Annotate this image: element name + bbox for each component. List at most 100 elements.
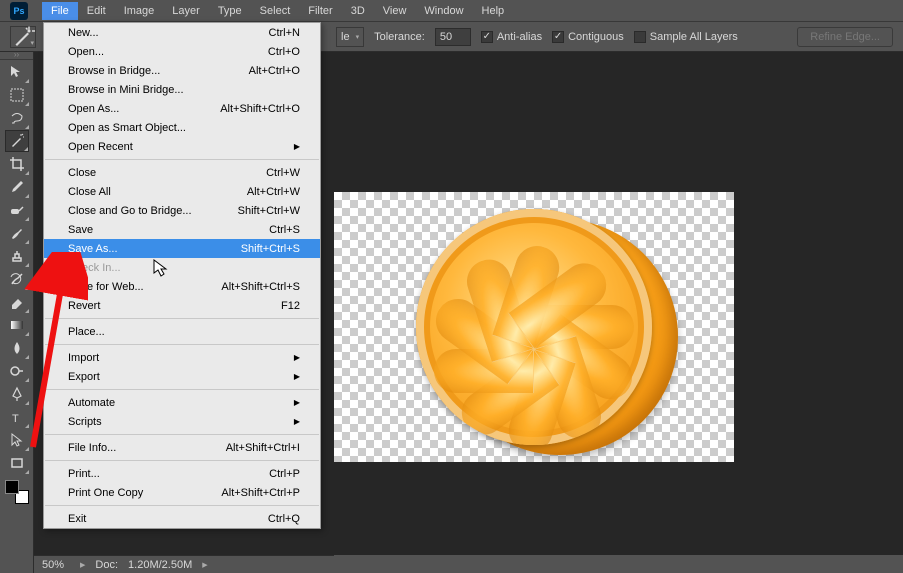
menu-select[interactable]: Select	[251, 2, 300, 20]
menu-item-label: Close All	[68, 186, 111, 198]
menu-item-browse-in-mini-bridge[interactable]: Browse in Mini Bridge...	[44, 80, 320, 99]
svg-text:T: T	[12, 413, 19, 425]
menu-edit[interactable]: Edit	[78, 2, 115, 20]
menu-type[interactable]: Type	[209, 2, 251, 20]
blur-tool[interactable]	[5, 337, 29, 359]
menu-item-save-for-web[interactable]: Save for Web... Alt+Shift+Ctrl+S	[44, 277, 320, 296]
menu-item-shortcut: Shift+Ctrl+S	[241, 243, 300, 255]
menu-separator	[45, 389, 319, 390]
eraser-tool[interactable]	[5, 291, 29, 313]
tolerance-input[interactable]	[435, 28, 471, 46]
menu-item-check-in: Check In...	[44, 258, 320, 277]
menu-filter[interactable]: Filter	[299, 2, 341, 20]
marquee-tool[interactable]	[5, 84, 29, 106]
tolerance-label: Tolerance:	[374, 31, 425, 43]
menu-item-shortcut: Alt+Shift+Ctrl+S	[221, 281, 300, 293]
healing-brush-tool[interactable]	[5, 199, 29, 221]
menu-item-save-as[interactable]: Save As... Shift+Ctrl+S	[44, 239, 320, 258]
magic-wand-tool[interactable]	[5, 130, 29, 152]
menu-item-label: Open as Smart Object...	[68, 122, 186, 134]
menu-item-label: Revert	[68, 300, 100, 312]
menu-item-revert[interactable]: Revert F12	[44, 296, 320, 315]
gradient-tool[interactable]	[5, 314, 29, 336]
menu-item-label: Scripts	[68, 416, 102, 428]
submenu-arrow-icon: ▶	[294, 372, 300, 381]
menu-item-open[interactable]: Open...Ctrl+O	[44, 42, 320, 61]
menu-item-new[interactable]: New...Ctrl+N	[44, 23, 320, 42]
anti-alias-checkbox[interactable]: Anti-alias	[481, 31, 542, 43]
clone-stamp-tool[interactable]	[5, 245, 29, 267]
menu-separator	[45, 344, 319, 345]
menu-item-exit[interactable]: ExitCtrl+Q	[44, 509, 320, 528]
menu-item-export[interactable]: Export ▶	[44, 367, 320, 386]
anti-alias-label: Anti-alias	[497, 31, 542, 43]
menu-item-label: Export	[68, 371, 100, 383]
menu-item-label: Place...	[68, 326, 105, 338]
path-selection-tool[interactable]	[5, 429, 29, 451]
menu-item-label: Close and Go to Bridge...	[68, 205, 192, 217]
chevron-right-icon[interactable]: ▶	[80, 561, 85, 569]
menu-item-browse-in-bridge[interactable]: Browse in Bridge...Alt+Ctrl+O	[44, 61, 320, 80]
menu-item-import[interactable]: Import▶	[44, 348, 320, 367]
zoom-level[interactable]: 50%	[42, 559, 70, 571]
menu-file[interactable]: File	[42, 2, 78, 20]
menu-item-label: Open As...	[68, 103, 119, 115]
chevron-right-icon[interactable]: ▶	[202, 561, 207, 569]
toolbar-collapse-handle[interactable]: ››	[0, 52, 33, 60]
sample-size-dropdown[interactable]: le	[336, 27, 364, 47]
menu-item-save[interactable]: SaveCtrl+S	[44, 220, 320, 239]
menu-item-print-one-copy[interactable]: Print One Copy Alt+Shift+Ctrl+P	[44, 483, 320, 502]
move-tool[interactable]	[5, 61, 29, 83]
refine-edge-button[interactable]: Refine Edge...	[797, 27, 893, 47]
menu-item-label: New...	[68, 27, 99, 39]
menu-item-label: Open Recent	[68, 141, 133, 153]
menu-item-place[interactable]: Place...	[44, 322, 320, 341]
menu-separator	[45, 505, 319, 506]
menu-item-label: Save As...	[68, 243, 118, 255]
menu-item-automate[interactable]: Automate▶	[44, 393, 320, 412]
eyedropper-tool[interactable]	[5, 176, 29, 198]
submenu-arrow-icon: ▶	[294, 353, 300, 362]
contiguous-checkbox[interactable]: Contiguous	[552, 31, 624, 43]
sample-all-layers-checkbox[interactable]: Sample All Layers	[634, 31, 738, 43]
menu-help[interactable]: Help	[473, 2, 514, 20]
rectangle-tool[interactable]	[5, 452, 29, 474]
type-tool[interactable]: T	[5, 406, 29, 428]
menu-item-shortcut: Ctrl+S	[269, 224, 300, 236]
menu-item-file-info[interactable]: File Info...Alt+Shift+Ctrl+I	[44, 438, 320, 457]
dodge-tool[interactable]	[5, 360, 29, 382]
pen-tool[interactable]	[5, 383, 29, 405]
doc-size-label: Doc:	[95, 559, 118, 571]
menu-image[interactable]: Image	[115, 2, 164, 20]
color-swatches[interactable]	[5, 480, 29, 504]
menu-view[interactable]: View	[374, 2, 416, 20]
menu-item-close-all[interactable]: Close All Alt+Ctrl+W	[44, 182, 320, 201]
menu-window[interactable]: Window	[415, 2, 472, 20]
history-brush-tool[interactable]	[5, 268, 29, 290]
crop-tool[interactable]	[5, 153, 29, 175]
submenu-arrow-icon: ▶	[294, 417, 300, 426]
document-canvas[interactable]	[334, 192, 734, 462]
menu-item-label: Save for Web...	[68, 281, 144, 293]
menu-item-close-and-go-to-bridge[interactable]: Close and Go to Bridge...Shift+Ctrl+W	[44, 201, 320, 220]
tool-preset-picker[interactable]	[10, 26, 36, 48]
menu-item-shortcut: Ctrl+Q	[268, 513, 300, 525]
menu-item-open-as-smart-object[interactable]: Open as Smart Object...	[44, 118, 320, 137]
menu-item-print[interactable]: Print...Ctrl+P	[44, 464, 320, 483]
menu-item-open-as[interactable]: Open As...Alt+Shift+Ctrl+O	[44, 99, 320, 118]
brush-tool[interactable]	[5, 222, 29, 244]
menu-3d[interactable]: 3D	[342, 2, 374, 20]
menu-item-shortcut: Alt+Ctrl+W	[247, 186, 300, 198]
lasso-tool[interactable]	[5, 107, 29, 129]
menu-item-shortcut: Alt+Shift+Ctrl+P	[221, 487, 300, 499]
menu-item-label: Check In...	[68, 262, 121, 274]
menu-item-shortcut: F12	[281, 300, 300, 312]
menu-item-close[interactable]: CloseCtrl+W	[44, 163, 320, 182]
menu-layer[interactable]: Layer	[163, 2, 209, 20]
app-logo: Ps	[10, 2, 28, 20]
menu-item-label: Print One Copy	[68, 487, 143, 499]
menu-item-open-recent[interactable]: Open Recent▶	[44, 137, 320, 156]
foreground-color-swatch[interactable]	[5, 480, 19, 494]
menu-item-shortcut: Alt+Ctrl+O	[249, 65, 300, 77]
menu-item-scripts[interactable]: Scripts ▶	[44, 412, 320, 431]
